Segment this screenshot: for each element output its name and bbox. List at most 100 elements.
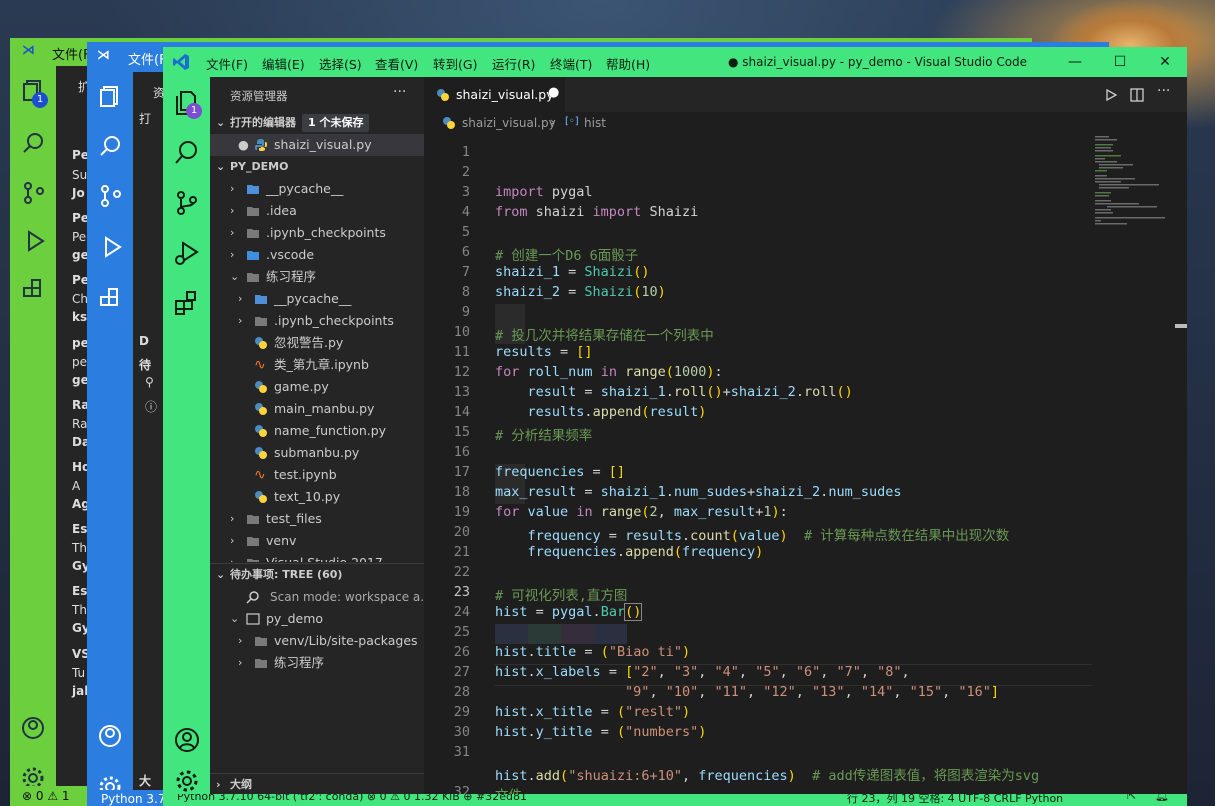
tree-item[interactable]: › .idea [210,200,424,222]
tree-item[interactable]: › .vscode [210,244,424,266]
dirty-dot-icon[interactable]: ● [548,85,559,100]
open-editor-item[interactable]: ● shaizi_visual.py [210,134,424,156]
tree-item[interactable]: 忽视警告.py [210,332,424,354]
scan-mode-item[interactable]: Scan mode: workspace a... [210,586,432,608]
source-control-icon[interactable] [99,184,123,208]
code-line[interactable]: hist.x_title = ("reslt") [495,704,690,720]
code-line[interactable]: results.append(result) [495,404,707,420]
list-item[interactable]: Es [72,584,87,598]
source-control-icon[interactable] [173,189,201,217]
code-line[interactable]: hist.x_labels = ["2", "3", "4", "5", "6"… [495,664,910,680]
run-icon[interactable] [1104,88,1118,102]
code-line[interactable]: result = shaizi_1.roll()+shaizi_2.roll() [495,384,853,400]
tree-item[interactable]: › venv [210,530,424,552]
code-editor[interactable]: 1 2 3 4 5 6 7 8 9 10 11 12 13 14 15 16 17 18 19 20 21 22 23 24 2… [424,134,1187,806]
tree-item[interactable]: ∿ 类_第九章.ipynb [210,354,424,376]
code-line[interactable]: results = [] [495,344,593,360]
side-item[interactable]: 打 [139,110,151,127]
status-bar[interactable]: Python 3.7.10 64-bit ('tf2': conda) ⊗ 0 … [163,794,1187,806]
tree-item[interactable]: ∿ test.ipynb [210,464,424,486]
code-line[interactable]: hist = pygal.Bar() [495,603,643,621]
code-line[interactable]: from shaizi import Shaizi [495,204,698,220]
search-icon[interactable] [173,139,201,167]
code-line[interactable]: import pygal [495,184,593,200]
code-line[interactable]: frequencies.append(frequency) [495,544,764,560]
code-line[interactable]: frequency = results.count(value) # 计算每种点… [495,524,1010,544]
split-editor-icon[interactable] [1130,88,1144,102]
extensions-icon[interactable] [22,278,46,302]
source-control-icon[interactable] [22,181,46,205]
search-icon[interactable] [99,134,123,158]
todo-tree-item[interactable]: › venv/Lib/site-packages [210,630,424,652]
search-icon[interactable] [22,131,46,155]
more-actions-icon[interactable]: ··· [1157,83,1170,99]
code-line[interactable]: hist.add("shuaizi:6+10", frequencies) # … [495,764,1039,784]
tree-item[interactable]: › test_files [210,508,424,530]
status-right[interactable]: 行 23，列 19 空格: 4 UTF-8 CRLF Python [847,794,1063,806]
code-line[interactable]: "9", "10", "11", "12", "13", "14", "15",… [495,684,999,700]
code-line[interactable]: frequencies = [] [495,464,625,480]
tree-item[interactable]: › Visual Studio 2017 [210,552,424,562]
tree-item[interactable]: game.py [210,376,424,398]
todo-tree-item[interactable]: ⌄ py_demo [210,608,424,630]
code-line[interactable]: # 分析结果频率 [495,424,592,444]
tab-shaizi-visual[interactable]: shaizi_visual.py ● [424,77,565,112]
tree-item[interactable]: ⌄ 练习程序 [210,266,424,288]
todo-tree-item[interactable]: › 练习程序 [210,652,424,674]
account-icon[interactable] [98,724,122,748]
menu-help[interactable]: 帮助(H) [606,54,650,73]
code-line[interactable]: hist.y_title = ("numbers") [495,724,706,740]
menu-edit[interactable]: 编辑(E) [262,54,305,73]
todo-section[interactable]: ⌄ 待办事项: TREE (60) [210,563,424,586]
code-line[interactable]: max_result = shaizi_1.num_sudes+shaizi_2… [495,484,901,500]
code-line[interactable]: hist.title = ("Biao ti") [495,644,690,660]
tree-item[interactable]: › .ipynb_checkpoints [210,310,424,332]
menu-terminal[interactable]: 终端(T) [550,54,592,73]
title-bar[interactable]: 文件(F) 编辑(E) 选择(S) 查看(V) 转到(G) 运行(R) 终端(T… [163,47,1187,77]
settings-gear-icon[interactable] [173,767,201,795]
menu-go[interactable]: 转到(G) [433,54,477,73]
back-window-1-menu[interactable]: 文件(F [52,44,91,63]
feedback-icon[interactable]: ⇱ [1127,794,1136,802]
extensions-icon[interactable] [99,287,123,311]
extensions-icon[interactable] [173,289,201,317]
menu-run[interactable]: 运行(R) [492,54,535,73]
more-actions-icon[interactable]: ··· [393,84,406,100]
side-section[interactable]: 大 [139,772,151,789]
breadcrumb-symbol[interactable]: hist [584,116,606,130]
dirty-dot-icon[interactable]: ● [238,134,249,156]
code-line[interactable]: # 可视化列表,直方图 [495,584,627,604]
vertical-scrollbar[interactable] [1175,134,1187,806]
breadcrumb-file[interactable]: shaizi_visual.py [462,116,556,130]
menu-file[interactable]: 文件(F) [206,54,248,73]
code-line[interactable]: shaizi_1 = Shaizi() [495,264,649,280]
status-left[interactable]: Python 3.7.10 64-bit ('tf2': conda) ⊗ 0 … [177,794,527,803]
tree-item[interactable]: main_manbu.py [210,398,424,420]
maximize-button[interactable]: ☐ [1100,49,1140,75]
close-button[interactable]: ✕ [1145,49,1185,75]
project-section[interactable]: ⌄ PY_DEMO [210,156,424,178]
tree-item[interactable]: text_10.py [210,486,424,508]
open-editors-section[interactable]: ⌄ 打开的编辑器 1 个未保存 [210,112,424,134]
bell-icon[interactable]: 🔔︎ [1155,794,1169,802]
minimap[interactable] [1093,134,1173,254]
code-line[interactable]: shaizi_2 = Shaizi(10) [495,284,666,300]
code-line[interactable]: for roll_num in range(1000): [495,364,723,380]
run-debug-icon[interactable] [99,235,123,259]
tree-item[interactable]: › __pycache__ [210,288,424,310]
code-line[interactable]: # 创建一个D6 6面骰子 [495,244,638,264]
main-vscode-window[interactable]: 文件(F) 编辑(E) 选择(S) 查看(V) 转到(G) 运行(R) 终端(T… [163,47,1187,806]
side-section[interactable]: 待 [139,356,151,373]
menu-view[interactable]: 查看(V) [375,54,418,73]
outline-section[interactable]: › 大纲 [210,773,424,796]
code-line[interactable]: # 投几次并将结果存储在一个列表中 [495,324,714,344]
account-icon[interactable] [21,716,45,740]
tree-item[interactable]: submanbu.py [210,442,424,464]
files-icon[interactable] [98,84,122,108]
back-window-2-menu[interactable]: 文件(F [128,49,167,68]
menu-selection[interactable]: 选择(S) [319,54,362,73]
side-section[interactable]: D [139,334,149,348]
tree-item[interactable]: › .ipynb_checkpoints [210,222,424,244]
tree-item[interactable]: name_function.py [210,420,424,442]
minimize-button[interactable]: — [1055,49,1095,75]
